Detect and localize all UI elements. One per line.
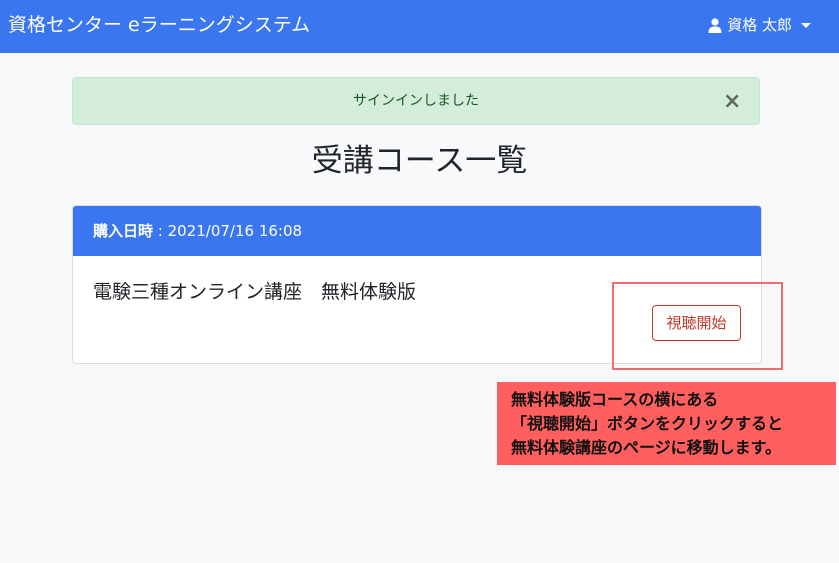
top-navbar: 資格センター eラーニングシステム 資格 太郎 — [0, 0, 839, 53]
course-title-variant: 無料体験版 — [321, 281, 417, 303]
alert-message: サインインしました — [353, 93, 479, 109]
course-card-header: 購入日時 : 2021/07/16 16:08 — [73, 206, 761, 256]
callout-line: 「視聴開始」ボタンをクリックすると — [511, 414, 784, 433]
annotation-highlight-box — [612, 282, 783, 370]
signin-alert: サインインしました × — [72, 77, 760, 125]
callout-line: 無料体験講座のページに移動します。 — [511, 438, 782, 457]
page-title: 受講コース一覧 — [311, 143, 528, 179]
user-name: 資格 太郎 — [727, 16, 792, 34]
app-brand[interactable]: 資格センター eラーニングシステム — [8, 12, 310, 38]
purchase-label: 購入日時 — [93, 222, 154, 240]
course-title-main: 電験三種オンライン講座 — [93, 281, 303, 303]
purchase-datetime: 2021/07/16 16:08 — [167, 222, 303, 240]
alert-close-button[interactable]: × — [723, 90, 741, 114]
course-title: 電験三種オンライン講座 無料体験版 — [93, 279, 416, 305]
callout-line: 無料体験版コースの横にある — [511, 390, 719, 409]
purchase-separator: : — [153, 222, 168, 240]
user-icon — [708, 17, 722, 33]
caret-down-icon — [801, 22, 811, 28]
user-menu-toggle[interactable]: 資格 太郎 — [708, 14, 811, 36]
annotation-callout: 無料体験版コースの横にある 「視聴開始」ボタンをクリックすると 無料体験講座のペ… — [497, 382, 836, 465]
